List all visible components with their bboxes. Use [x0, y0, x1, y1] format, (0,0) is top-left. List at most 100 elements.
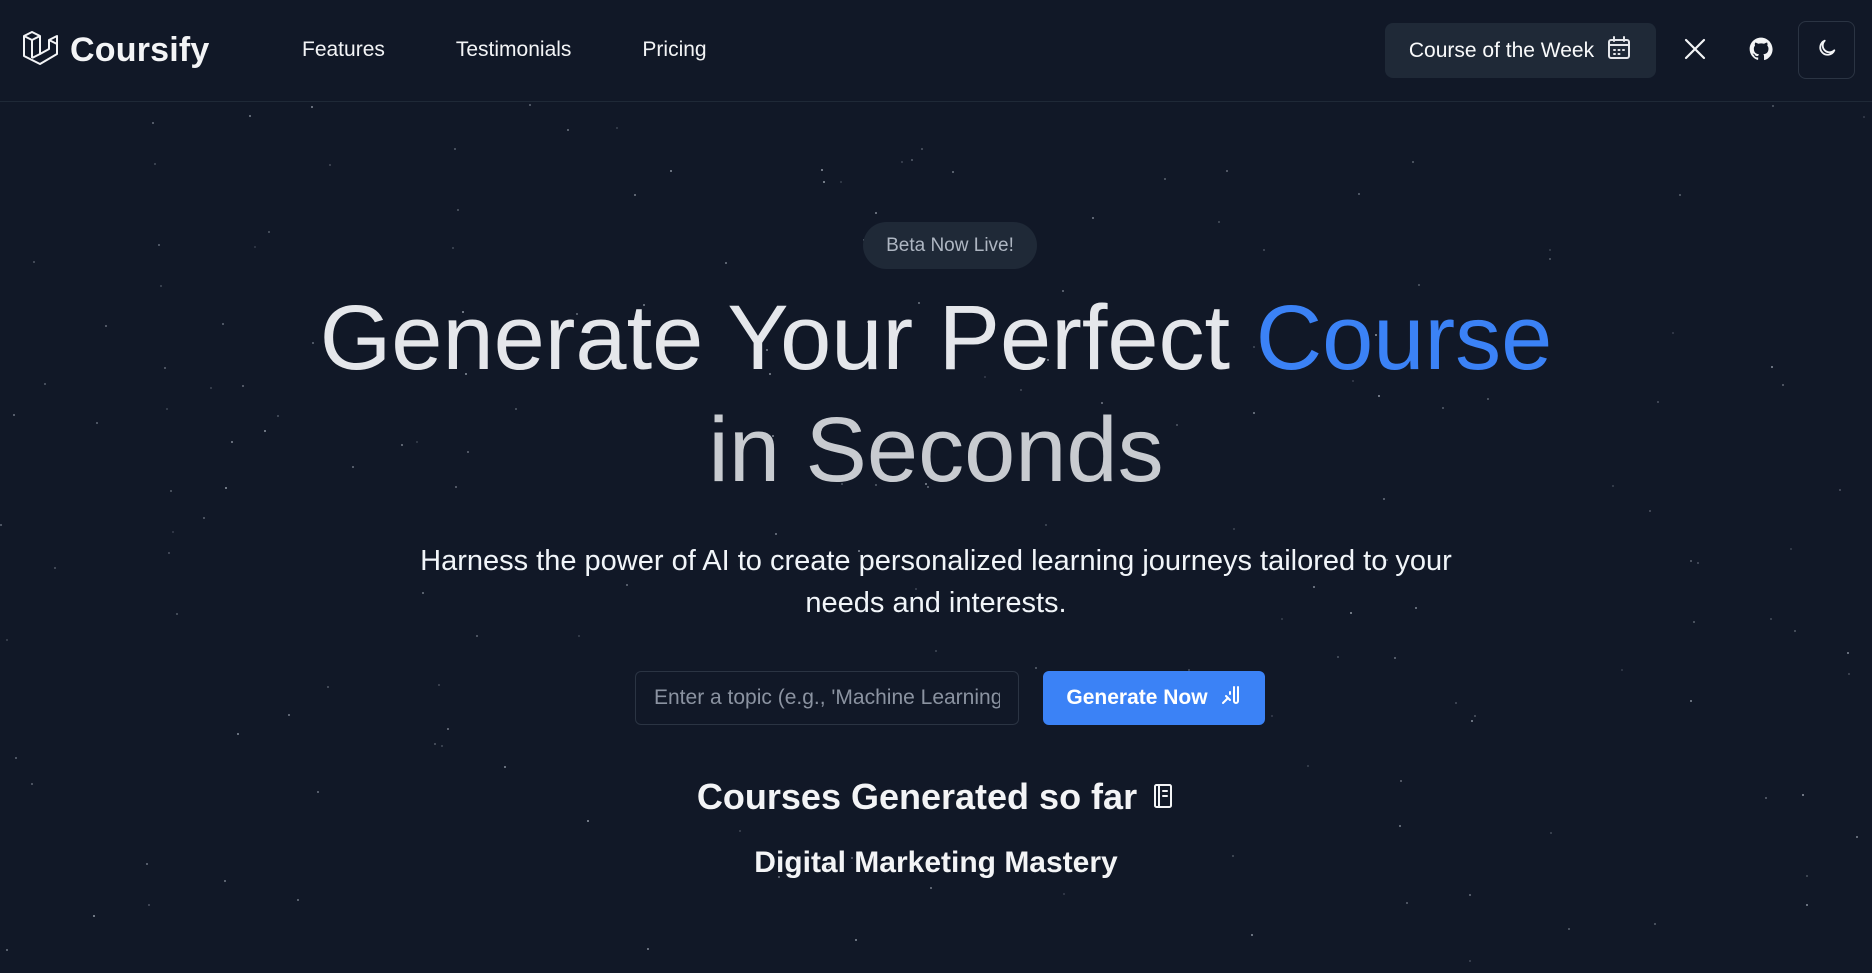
generate-now-button[interactable]: Generate Now [1043, 671, 1265, 725]
star-dot [447, 728, 449, 730]
course-of-the-week-label: Course of the Week [1408, 38, 1595, 62]
star-dot [1337, 656, 1339, 658]
star-dot [160, 285, 162, 287]
star-dot [616, 127, 618, 129]
star-dot [441, 745, 443, 747]
top-navbar: Coursify Features Testimonials Pricing C… [0, 0, 1872, 102]
primary-nav: Features Testimonials Pricing [302, 38, 778, 62]
generated-course-ticker: Digital Marketing Mastery [754, 846, 1118, 879]
star-dot [33, 261, 35, 263]
star-dot [288, 714, 290, 716]
star-dot [823, 181, 825, 183]
star-dot [1406, 902, 1408, 904]
star-dot [15, 757, 17, 759]
star-dot [578, 635, 580, 637]
github-link[interactable] [1736, 26, 1786, 76]
courses-counter-title: Courses Generated so far [696, 776, 1138, 817]
theme-toggle-button[interactable] [1798, 21, 1855, 79]
star-dot [1307, 765, 1309, 767]
course-of-the-week-button[interactable]: Course of the Week [1385, 23, 1656, 78]
star-dot [1045, 524, 1047, 526]
headline-accent: Course [1255, 287, 1553, 389]
star-dot [1469, 960, 1471, 962]
star-dot [921, 148, 923, 150]
star-dot [1549, 249, 1551, 251]
star-dot [148, 904, 150, 906]
star-dot [821, 169, 823, 171]
star-dot [1782, 384, 1784, 386]
star-dot [172, 531, 174, 533]
star-dot [170, 490, 172, 492]
star-dot [1412, 161, 1414, 163]
star-dot [224, 880, 226, 882]
star-dot [164, 367, 166, 369]
star-dot [1806, 904, 1808, 906]
star-dot [634, 194, 636, 196]
star-dot [6, 639, 8, 641]
star-dot [1226, 170, 1228, 172]
star-dot [911, 159, 913, 161]
star-dot [158, 244, 160, 246]
star-dot [935, 650, 937, 652]
star-dot [930, 887, 932, 889]
star-dot [1794, 630, 1796, 632]
star-dot [268, 231, 270, 233]
star-dot [222, 323, 224, 325]
star-dot [952, 171, 954, 173]
star-dot [249, 115, 251, 117]
star-dot [1263, 249, 1265, 251]
star-dot [647, 948, 649, 950]
star-dot [1218, 221, 1220, 223]
star-dot [457, 209, 459, 211]
brand-name: Coursify [70, 31, 210, 69]
star-dot [203, 517, 205, 519]
star-dot [1847, 652, 1849, 654]
star-dot [1672, 332, 1674, 334]
star-dot [434, 743, 436, 745]
star-dot [1471, 720, 1473, 722]
star-dot [105, 325, 107, 327]
brand-logo[interactable]: Coursify [22, 28, 210, 73]
star-dot [1697, 562, 1699, 564]
star-dot [1233, 528, 1235, 530]
star-dot [1455, 702, 1457, 704]
star-dot [1649, 510, 1651, 512]
star-dot [1765, 797, 1767, 799]
star-dot [311, 106, 313, 108]
star-dot [1469, 894, 1471, 896]
star-dot [31, 783, 33, 785]
star-dot [1679, 194, 1681, 196]
wand-icon [1220, 684, 1242, 712]
star-dot [154, 163, 156, 165]
topic-input[interactable] [635, 671, 1019, 725]
star-dot [1770, 618, 1772, 620]
star-dot [855, 939, 857, 941]
nav-link-testimonials[interactable]: Testimonials [456, 38, 572, 62]
star-dot [1271, 715, 1273, 717]
star-dot [452, 247, 454, 249]
star-dot [1654, 923, 1656, 925]
star-dot [1621, 669, 1623, 671]
star-dot [1092, 217, 1094, 219]
star-dot [166, 408, 168, 410]
star-dot [1657, 401, 1659, 403]
star-dot [567, 129, 569, 131]
star-dot [1863, 116, 1865, 118]
star-dot [1474, 715, 1476, 717]
star-dot [476, 635, 478, 637]
star-dot [297, 899, 299, 901]
star-dot [1693, 621, 1695, 623]
star-dot [1550, 832, 1552, 834]
star-dot [1690, 700, 1692, 702]
star-dot [1358, 193, 1360, 195]
x-twitter-link[interactable] [1670, 26, 1720, 76]
star-dot [237, 733, 239, 735]
nav-link-pricing[interactable]: Pricing [642, 38, 706, 62]
star-dot [529, 104, 531, 106]
moon-icon [1816, 37, 1838, 64]
nav-link-features[interactable]: Features [302, 38, 385, 62]
star-dot [327, 686, 329, 688]
headline-text: Generate Your Perfect [319, 287, 1256, 389]
star-dot [1856, 836, 1858, 838]
star-dot [1690, 560, 1692, 562]
